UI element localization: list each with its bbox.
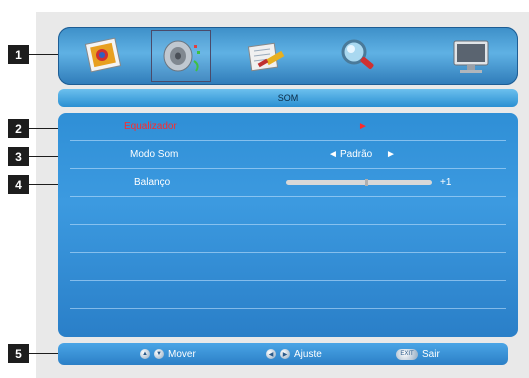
sound-mode-label: Modo Som [130, 149, 179, 160]
picture-menu-tab[interactable] [76, 31, 134, 81]
down-button-icon: ▼ [154, 349, 164, 359]
setup-menu-tab[interactable] [236, 31, 294, 81]
move-hint: ▲ ▼ Mover [140, 343, 196, 365]
sound-mode-value: Padrão [340, 149, 373, 160]
left-arrow-icon[interactable]: ◄ [328, 141, 338, 168]
balance-slider[interactable] [286, 179, 432, 186]
picture-icon [84, 37, 122, 73]
setup-icon [247, 42, 285, 72]
menu-row-balance[interactable]: Balanço +1 [70, 169, 506, 197]
monitor-menu-tab[interactable] [442, 31, 500, 81]
move-label: Mover [168, 348, 196, 360]
page-title: SOM [277, 93, 299, 103]
sound-menu-tab[interactable] [151, 30, 211, 82]
up-button-icon: ▲ [140, 349, 150, 359]
right-button-icon: ▶ [280, 349, 290, 359]
adjust-hint: ◀ ▶ Ajuste [266, 343, 322, 365]
sound-menu-panel: Equalizador ► Modo Som ◄ Padrão ► Balanç… [58, 113, 518, 337]
menu-icon-bar [58, 27, 518, 85]
menu-row-sound-mode[interactable]: Modo Som ◄ Padrão ► [70, 141, 506, 169]
search-menu-tab[interactable] [326, 31, 384, 81]
equalizer-label: Equalizador [124, 121, 177, 132]
help-footer: ▲ ▼ Mover ◀ ▶ Ajuste EXIT Sair [58, 343, 508, 365]
balance-slider-thumb[interactable] [365, 179, 368, 186]
right-arrow-icon[interactable]: ► [386, 141, 396, 168]
balance-label: Balanço [134, 177, 171, 188]
callout-5: 5 [8, 344, 29, 363]
exit-hint: EXIT Sair [396, 343, 440, 365]
menu-row-empty [70, 253, 506, 281]
exit-label: Sair [422, 348, 440, 360]
menu-row-empty [70, 281, 506, 309]
menu-row-empty [70, 309, 506, 336]
right-arrow-icon: ► [358, 121, 368, 132]
adjust-label: Ajuste [294, 348, 322, 360]
callout-1: 1 [8, 45, 29, 64]
left-button-icon: ◀ [266, 349, 276, 359]
search-icon [341, 39, 374, 69]
menu-row-empty [70, 197, 506, 225]
menu-row-empty [70, 225, 506, 253]
callout-4: 4 [8, 175, 29, 194]
menu-title-bar: SOM [58, 89, 518, 107]
exit-button-icon: EXIT [396, 348, 418, 360]
monitor-icon [453, 40, 489, 73]
balance-value: +1 [440, 177, 452, 188]
sound-icon [163, 40, 200, 72]
menu-row-equalizer[interactable]: Equalizador ► [70, 113, 506, 141]
callout-3: 3 [8, 147, 29, 166]
callout-2: 2 [8, 119, 29, 138]
